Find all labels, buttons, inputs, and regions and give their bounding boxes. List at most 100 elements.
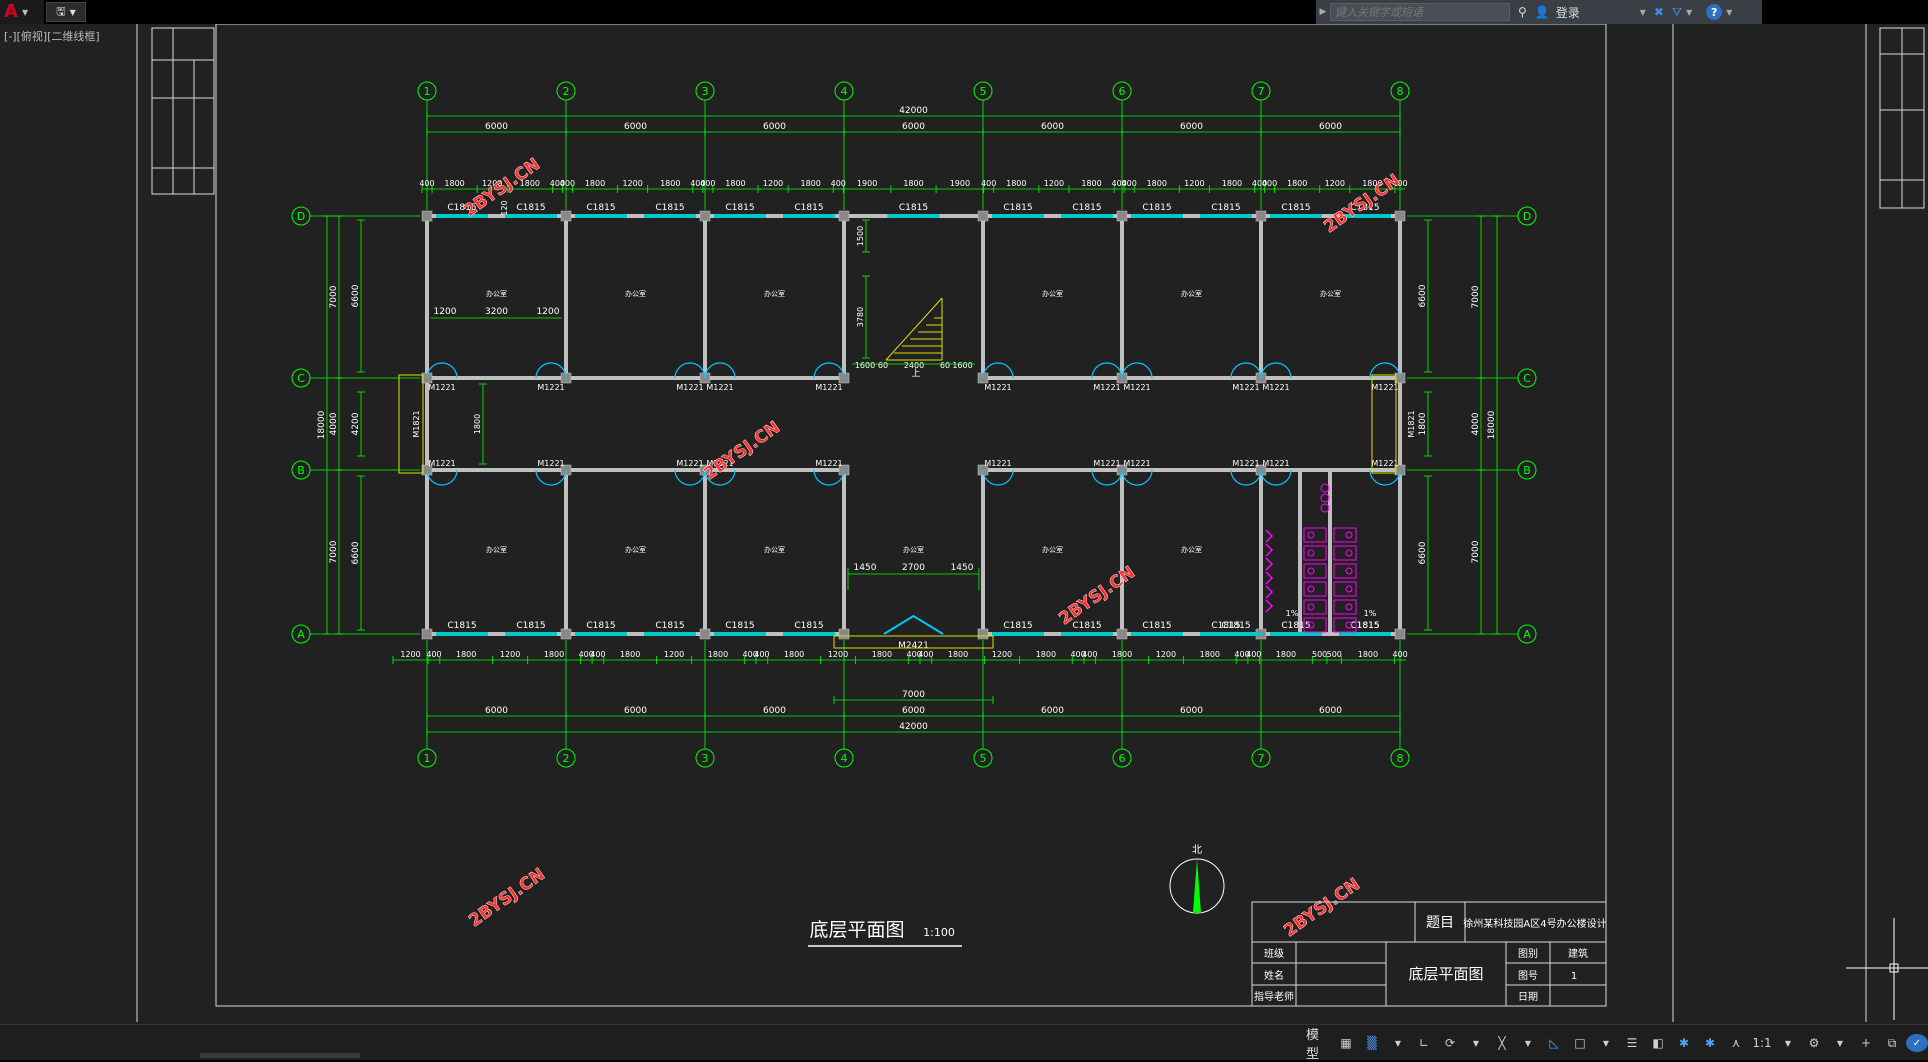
chevron-down-icon[interactable]: ▼ [1386,1032,1410,1054]
chevron-down-icon[interactable]: ▼ [1516,1032,1540,1054]
window-label: C1815 [586,621,615,631]
login-button[interactable]: 登录 [1556,4,1636,21]
dimension-text: 1800 [708,650,728,659]
dimension-text: 1800 [725,179,745,188]
door-label: M1221 [428,459,455,468]
dimension-text: 1800 [1418,412,1428,435]
dimension-text: 1800 [1287,179,1307,188]
dimension-text: 1900 [950,179,970,188]
column [977,210,989,222]
window [1339,632,1391,636]
expand-arrow-icon[interactable]: ▶ [1316,7,1330,17]
layout-tab-scrollbar[interactable] [200,1053,360,1058]
axis-label: 6 [1119,752,1126,765]
dimension-text: 6000 [485,706,508,716]
dimension-text: 1200 [1044,179,1064,188]
application-menu-button[interactable]: A ▼ [0,0,44,24]
dimension-text: 1800 [801,179,821,188]
chevron-down-icon[interactable]: ▼ [1726,8,1732,17]
drawing-canvas[interactable]: 1 1 2 2 3 3 4 4 5 5 6 6 7 7 8 8 D D C C B B A A 42000 42000 6000 60… [0,24,1928,1024]
title-bar: A ▼ 🖫 ▼ ▶ ⚲ 👤 登录 ▼ ✖ ⛛ ▼ ? ▼ [0,0,1928,24]
polar-icon[interactable]: ⟳ [1438,1032,1462,1054]
dimension-text: 1800 [1147,179,1167,188]
autodesk-a360-icon[interactable]: ⛛ [1672,5,1682,20]
dimension-text: 1800 [1222,179,1242,188]
binoculars-icon[interactable]: ⚲ [1518,5,1527,19]
isolate-objects-icon[interactable]: ✓ [1906,1034,1928,1052]
chevron-down-icon[interactable]: ▼ [1686,8,1692,17]
quick-access-toolbar[interactable]: 🖫 ▼ [46,2,86,22]
axis-label: 7 [1258,752,1265,765]
object-snap-tracking-icon[interactable]: ╳ [1490,1032,1514,1054]
quick-properties-icon[interactable]: ⧉ [1880,1032,1904,1054]
column [1394,210,1406,222]
dimension-text: 4200 [351,412,361,435]
dimension-text: 7000 [329,285,339,308]
dimension-text: 500 [1327,650,1342,659]
annotation-scale-icon[interactable]: ⋏ [1724,1032,1748,1054]
window-label: C1815 [655,203,684,213]
scale-value[interactable]: 1:1 [1750,1032,1774,1054]
room-label: 办公室 [1042,289,1063,298]
exchange-icon[interactable]: ✖ [1654,5,1664,19]
window [575,214,627,218]
help-icon[interactable]: ? [1706,4,1723,20]
window-label: C1815 [516,621,545,631]
dimension-text: 3200 [485,307,508,317]
search-input[interactable] [1330,3,1510,21]
plan-scale: 1:100 [923,926,955,939]
auto-scale-icon[interactable]: ✱ [1698,1032,1722,1054]
object-snap-icon[interactable]: □ [1568,1032,1592,1054]
window-label: C1815 [1003,621,1032,631]
dimension-text: 60 [940,361,950,370]
dimension-text: 1800 [585,179,605,188]
room-label: 办公室 [1042,545,1063,554]
gear-icon[interactable]: ⚙ [1802,1032,1826,1054]
door-label: M1221 [1371,383,1398,392]
dimension-text: 400 [1246,650,1261,659]
snap-icon[interactable]: ▒ [1360,1032,1384,1054]
window [644,632,696,636]
door-label: M1221 [1123,383,1150,392]
model-space-button[interactable]: 模型 [1300,1028,1332,1062]
window [575,632,627,636]
chevron-down-icon[interactable]: ▼ [1776,1032,1800,1054]
window-label: C1815 [516,203,545,213]
axis-label: 5 [980,752,987,765]
annotation-visibility-icon[interactable]: ✱ [1672,1032,1696,1054]
grid-icon[interactable]: ▦ [1334,1032,1358,1054]
dimension-text: 7000 [902,690,925,700]
dimension-text: 1450 [951,563,974,573]
osnap-icon[interactable]: ◺ [1542,1032,1566,1054]
door-label: M1221 [537,459,564,468]
dimension-text: 42000 [899,106,928,116]
dimension-text: 6000 [624,122,647,132]
axis-label: 8 [1397,85,1404,98]
window [1061,214,1113,218]
viewport-controls-label[interactable]: [-][俯视][二维线框] [4,28,100,44]
dimension-text: 6000 [485,122,508,132]
lineweight-icon[interactable]: ☰ [1620,1032,1644,1054]
chevron-down-icon[interactable]: ▼ [1828,1032,1852,1054]
axis-label: A [1523,628,1531,641]
dimension-text: 400 [590,650,605,659]
chevron-down-icon[interactable]: ▼ [70,8,76,17]
door-label: M1221 [1093,383,1120,392]
window-label: C1815 [655,621,684,631]
plus-icon[interactable]: + [1854,1032,1878,1054]
door-label: M2421 [898,641,929,651]
transparency-icon[interactable]: ◧ [1646,1032,1670,1054]
dimension-text: 6000 [1041,706,1064,716]
dimension-text: 4000 [329,412,339,435]
ortho-icon[interactable]: ∟ [1412,1032,1436,1054]
chevron-down-icon[interactable]: ▼ [1594,1032,1618,1054]
dimension-text: 1200 [622,179,642,188]
window [714,214,766,218]
chevron-down-icon[interactable]: ▼ [1640,8,1646,17]
dimension-text: 1200 [1156,650,1176,659]
dimension-text: 1800 [1358,650,1378,659]
save-icon[interactable]: 🖫 [56,3,65,22]
window-label: C1815 [586,203,615,213]
axis-label: B [1523,464,1531,477]
chevron-down-icon[interactable]: ▼ [1464,1032,1488,1054]
